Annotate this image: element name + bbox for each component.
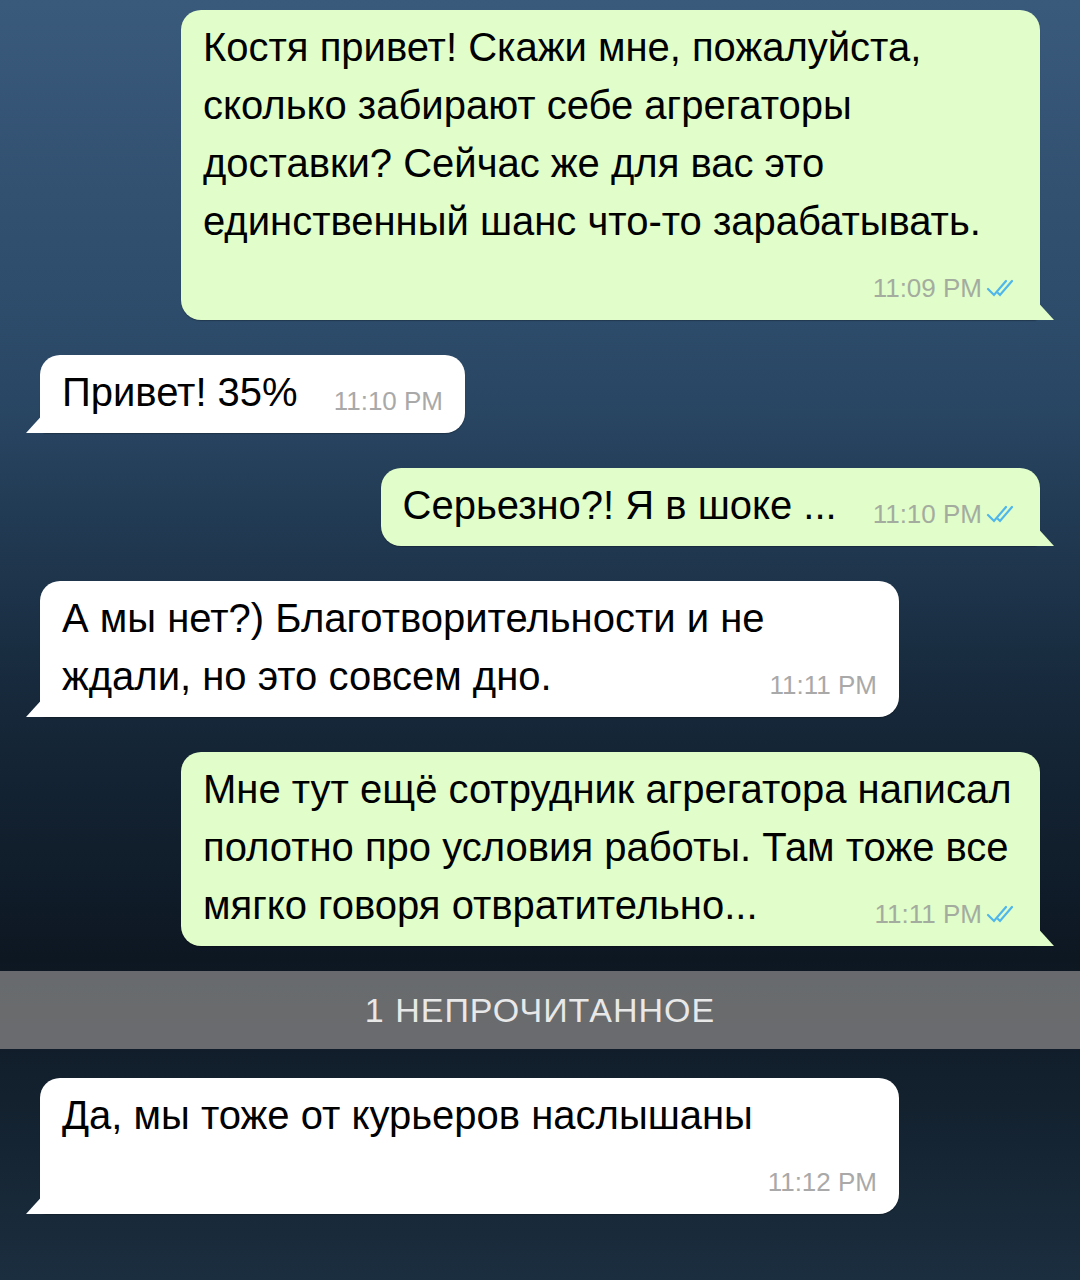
- message-row: Мне тут ещё сотрудник агрегатора написал…: [0, 752, 1080, 946]
- double-check-icon: [986, 904, 1018, 924]
- unread-label: 1 НЕПРОЧИТАННОЕ: [365, 991, 715, 1030]
- message-text: Костя привет! Скажи мне, пожалуйста, ско…: [203, 25, 981, 243]
- message-row: Костя привет! Скажи мне, пожалуйста, ско…: [0, 10, 1080, 320]
- message-meta: 11:10 PM: [873, 494, 1018, 534]
- message-time: 11:12 PM: [768, 1162, 877, 1202]
- incoming-message[interactable]: Привет! 35% 11:10 PM: [40, 355, 465, 433]
- message-row: А мы нет?) Благотворительности и не ждал…: [0, 581, 1080, 717]
- message-row: Серьезно?! Я в шоке ... 11:10 PM: [0, 468, 1080, 546]
- message-text: Да, мы тоже от курьеров наслышаны: [62, 1093, 753, 1137]
- message-text: Серьезно?! Я в шоке ...: [403, 483, 837, 527]
- message-time: 11:10 PM: [334, 381, 443, 421]
- message-meta: 11:09 PM: [873, 268, 1018, 308]
- double-check-icon: [986, 504, 1018, 524]
- outgoing-message[interactable]: Костя привет! Скажи мне, пожалуйста, ско…: [181, 10, 1040, 320]
- message-meta: 11:10 PM: [334, 381, 443, 421]
- outgoing-message[interactable]: Серьезно?! Я в шоке ... 11:10 PM: [381, 468, 1040, 546]
- message-time: 11:10 PM: [873, 494, 982, 534]
- message-meta: 11:11 PM: [875, 894, 1018, 934]
- incoming-message[interactable]: А мы нет?) Благотворительности и не ждал…: [40, 581, 899, 717]
- message-time: 11:11 PM: [875, 894, 982, 934]
- message-time: 11:11 PM: [770, 665, 877, 705]
- message-list[interactable]: Костя привет! Скажи мне, пожалуйста, ско…: [0, 0, 1080, 1234]
- message-row: Да, мы тоже от курьеров наслышаны 11:12 …: [0, 1078, 1080, 1214]
- message-text: Привет! 35%: [62, 370, 298, 414]
- chat-screen: Костя привет! Скажи мне, пожалуйста, ско…: [0, 0, 1080, 1280]
- incoming-message[interactable]: Да, мы тоже от курьеров наслышаны 11:12 …: [40, 1078, 899, 1214]
- message-meta: 11:11 PM: [770, 665, 877, 705]
- message-text: А мы нет?) Благотворительности и не ждал…: [62, 596, 764, 698]
- unread-divider: 1 НЕПРОЧИТАННОЕ: [0, 971, 1080, 1049]
- message-row: Привет! 35% 11:10 PM: [0, 355, 1080, 433]
- double-check-icon: [986, 278, 1018, 298]
- message-meta: 11:12 PM: [768, 1162, 877, 1202]
- message-time: 11:09 PM: [873, 268, 982, 308]
- outgoing-message[interactable]: Мне тут ещё сотрудник агрегатора написал…: [181, 752, 1040, 946]
